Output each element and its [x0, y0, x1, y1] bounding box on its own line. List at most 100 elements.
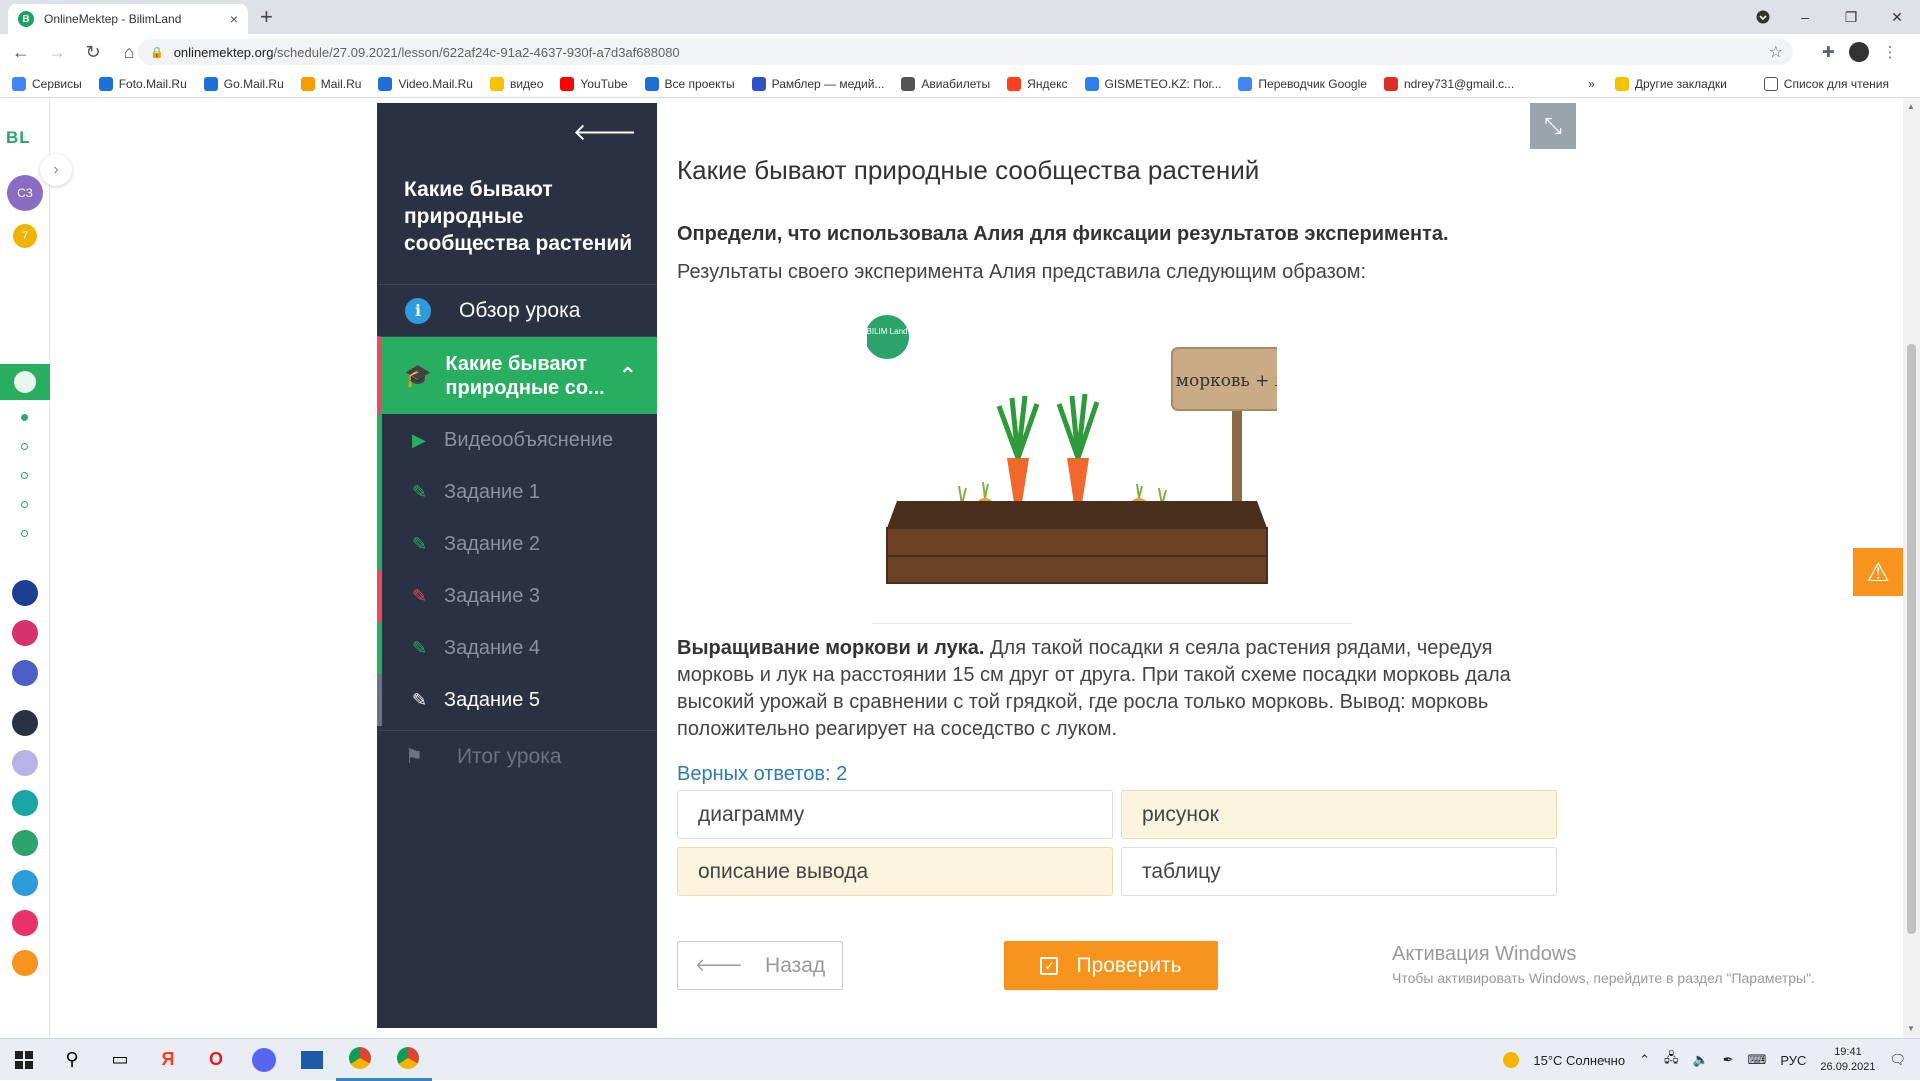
- scroll-down-arrow-icon[interactable]: ▼: [1907, 1024, 1915, 1033]
- notification-badge[interactable]: 7: [13, 224, 37, 248]
- rail-step-dot[interactable]: [21, 472, 28, 479]
- chrome-profile-icon[interactable]: [384, 1039, 432, 1081]
- language-indicator[interactable]: РУС: [1780, 1053, 1806, 1068]
- weather-text[interactable]: 15°C Солнечно: [1533, 1053, 1625, 1068]
- keyboard-icon[interactable]: ⌨: [1748, 1052, 1767, 1068]
- tests-app-icon[interactable]: [12, 870, 38, 896]
- browser-menu-icon[interactable]: ⋮: [1883, 43, 1898, 61]
- bookmark-label: Сервисы: [32, 76, 82, 91]
- windows-start-icon[interactable]: [0, 1039, 48, 1081]
- answer-option[interactable]: диаграмму: [677, 790, 1113, 839]
- search-icon[interactable]: ⚲: [48, 1039, 96, 1081]
- bilimland-logo[interactable]: BL: [6, 128, 31, 148]
- reload-icon[interactable]: ↻: [78, 42, 108, 63]
- sidebar-item-task-5[interactable]: ✎ Задание 5: [377, 674, 657, 726]
- bilim-land-app-icon[interactable]: [12, 830, 38, 856]
- extensions-puzzle-icon[interactable]: ✚: [1822, 43, 1835, 61]
- sidebar-item-task-3[interactable]: ✎ Задание 3: [377, 570, 657, 622]
- bookmark-item[interactable]: GISMETEO.KZ: Пог...: [1084, 76, 1221, 91]
- rail-step-dot[interactable]: [21, 443, 28, 450]
- url-path: /schedule/27.09.2021/lesson/622af24c-91a…: [273, 44, 680, 60]
- profile-avatar[interactable]: [1848, 42, 1869, 62]
- weather-sun-icon[interactable]: [1503, 1052, 1520, 1068]
- sidebar-item-current-section[interactable]: 🎓 Какие бывают природные со... ⌃: [377, 336, 657, 414]
- smart-nation-app-icon[interactable]: [12, 710, 38, 736]
- sidebar-item-video[interactable]: ▶ Видеообъяснение: [377, 414, 657, 466]
- collapse-sidebar-arrow-icon[interactable]: 🡐: [573, 117, 637, 147]
- sidebar-item-task-4[interactable]: ✎ Задание 4: [377, 622, 657, 674]
- back-arrow-icon[interactable]: ←: [6, 42, 36, 63]
- maximize-button[interactable]: ❐: [1828, 0, 1874, 34]
- network-icon[interactable]: 🖧: [1664, 1049, 1679, 1071]
- volume-icon[interactable]: 🔈: [1693, 1052, 1709, 1068]
- bookmark-item[interactable]: Go.Mail.Ru: [203, 76, 284, 91]
- bookmark-item[interactable]: Все проекты: [644, 76, 735, 91]
- bookmark-item[interactable]: Video.Mail.Ru: [378, 76, 473, 91]
- bookmark-item[interactable]: YouTube: [560, 76, 628, 91]
- scroll-up-arrow-icon[interactable]: ▲: [1907, 102, 1915, 111]
- rail-step-dot[interactable]: [21, 414, 28, 421]
- rail-step-dot[interactable]: [21, 501, 28, 508]
- bilim-media-app-icon[interactable]: [12, 660, 38, 686]
- photos-app-icon[interactable]: [288, 1039, 336, 1081]
- task-view-icon[interactable]: ▭: [96, 1039, 144, 1081]
- chevron-up-icon[interactable]: ⌃: [619, 363, 637, 389]
- page-scrollbar[interactable]: ▲ ▼: [1903, 98, 1920, 1038]
- report-warning-icon[interactable]: ⚠: [1853, 548, 1903, 596]
- answer-option[interactable]: рисунок: [1121, 790, 1557, 839]
- opera-icon[interactable]: O: [192, 1039, 240, 1081]
- sidebar-item-task-2[interactable]: ✎ Задание 2: [377, 518, 657, 570]
- keyboard-app-icon[interactable]: [12, 750, 38, 776]
- bilimland-app-icon[interactable]: [12, 580, 38, 606]
- close-window-button[interactable]: ✕: [1874, 0, 1920, 34]
- bookmark-item[interactable]: Переводчик Google: [1238, 76, 1367, 91]
- user-avatar[interactable]: СЗ: [7, 175, 43, 211]
- bookmark-item[interactable]: Foto.Mail.Ru: [98, 76, 187, 91]
- bookmark-star-icon[interactable]: ☆: [1769, 42, 1783, 62]
- rail-item-onlinemektep[interactable]: [0, 364, 50, 400]
- sidebar-item-summary[interactable]: ⚑ Итог урока: [377, 730, 657, 782]
- bookmark-item[interactable]: Сервисы: [12, 76, 82, 91]
- address-bar[interactable]: 🔒 onlinemektep.org/schedule/27.09.2021/l…: [138, 39, 1793, 65]
- bookmark-item[interactable]: Авиабилеты: [901, 76, 990, 91]
- yandex-browser-icon[interactable]: Я: [144, 1039, 192, 1081]
- forward-arrow-icon[interactable]: →: [42, 42, 72, 63]
- profile-menu-icon[interactable]: [1740, 0, 1786, 34]
- twig-app-icon[interactable]: [12, 910, 38, 936]
- answer-option[interactable]: описание вывода: [677, 847, 1113, 896]
- chrome-icon[interactable]: [336, 1039, 384, 1081]
- bookmark-item[interactable]: Рамблер — медий...: [751, 76, 884, 91]
- fullscreen-expand-icon[interactable]: ⤡: [1530, 103, 1576, 149]
- notifications-icon[interactable]: 🗨: [1889, 1052, 1906, 1068]
- show-hidden-icons-chevron-icon[interactable]: ⌃: [1639, 1052, 1650, 1068]
- answer-option[interactable]: таблицу: [1121, 847, 1557, 896]
- discord-icon[interactable]: [240, 1039, 288, 1081]
- rail-step-dot[interactable]: [21, 530, 28, 537]
- pen-icon[interactable]: ✒: [1723, 1052, 1734, 1068]
- check-button[interactable]: ✓ Проверить: [1004, 941, 1218, 990]
- bookmark-item[interactable]: видео: [489, 76, 543, 91]
- bilim-class-app-icon[interactable]: [12, 790, 38, 816]
- sidebar-item-overview[interactable]: i Обзор урока: [377, 284, 657, 336]
- back-button[interactable]: 🡐 Назад: [677, 941, 843, 990]
- other-bookmarks[interactable]: Другие закладки: [1614, 76, 1727, 91]
- clock[interactable]: 19:41 26.09.2021: [1820, 1045, 1875, 1075]
- minimize-button[interactable]: –: [1782, 0, 1828, 34]
- bookmark-item[interactable]: Mail.Ru: [300, 76, 361, 91]
- onlinemektep-app-icon: [14, 371, 36, 393]
- close-tab-icon[interactable]: ×: [230, 11, 238, 27]
- sidebar-item-label: Обзор урока: [459, 298, 581, 322]
- browser-tab[interactable]: B OnlineMektep - BilimLand ×: [8, 4, 248, 34]
- imagine-app-icon[interactable]: [12, 950, 38, 976]
- scrollbar-thumb[interactable]: [1907, 344, 1916, 934]
- new-tab-button[interactable]: +: [260, 4, 273, 30]
- reading-list[interactable]: Список для чтения: [1763, 76, 1889, 91]
- bookmark-label: Video.Mail.Ru: [398, 76, 473, 91]
- bookmark-item[interactable]: ndrey731@gmail.c...: [1383, 76, 1514, 91]
- expand-rail-chevron-icon[interactable]: ›: [40, 154, 72, 186]
- bilim-shop-app-icon[interactable]: [12, 620, 38, 646]
- bookmarks-more-icon[interactable]: »: [1588, 77, 1595, 91]
- bookmark-item[interactable]: Яндекс: [1007, 76, 1068, 91]
- sidebar-item-task-1[interactable]: ✎ Задание 1: [377, 466, 657, 518]
- edit-icon: ✎: [412, 533, 428, 554]
